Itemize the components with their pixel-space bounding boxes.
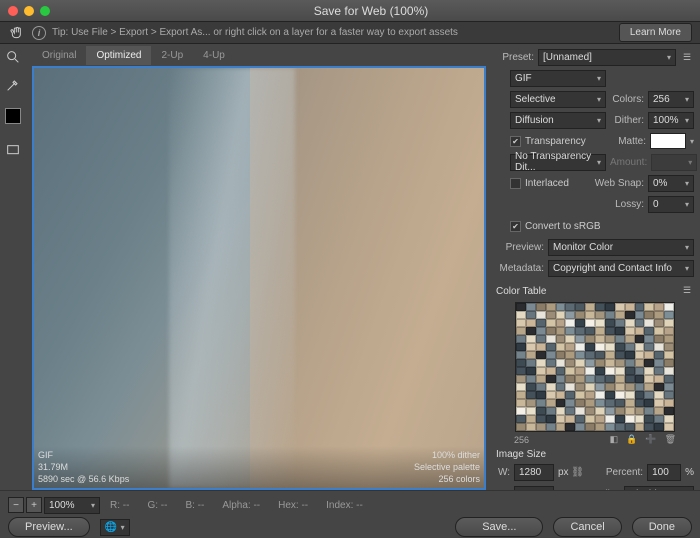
tip-text: Tip: Use File > Export > Export As... or… bbox=[52, 27, 458, 38]
color-table-heading: Color Table bbox=[496, 286, 546, 297]
websnap-select[interactable]: 0% bbox=[648, 175, 694, 192]
info-timing: 5890 sec @ 56.6 Kbps bbox=[38, 474, 129, 484]
amount-label: Amount: bbox=[610, 157, 647, 168]
amount-select bbox=[651, 154, 697, 171]
settings-panel: Preset: [Unnamed] GIF Selective Colors: … bbox=[492, 44, 700, 490]
eyedropper-icon[interactable] bbox=[4, 76, 22, 94]
browser-select[interactable]: 🌐 bbox=[100, 519, 130, 536]
zoom-icon[interactable] bbox=[40, 6, 50, 16]
trans-dither-select[interactable]: No Transparency Dit... bbox=[510, 154, 606, 171]
websnap-label: Web Snap: bbox=[573, 178, 644, 189]
format-select[interactable]: GIF bbox=[510, 70, 606, 87]
dither-select[interactable]: 100% bbox=[648, 112, 694, 129]
preview-image bbox=[34, 68, 484, 488]
percent-label: Percent: bbox=[587, 467, 644, 478]
slice-select-icon[interactable] bbox=[4, 142, 22, 160]
tab-original[interactable]: Original bbox=[32, 46, 86, 65]
minimize-icon[interactable] bbox=[24, 6, 34, 16]
lossy-label: Lossy: bbox=[496, 199, 644, 210]
preview-button[interactable]: Preview... bbox=[8, 517, 90, 537]
reduction-select[interactable]: Selective bbox=[510, 91, 606, 108]
cancel-button[interactable]: Cancel bbox=[553, 517, 621, 537]
window-title: Save for Web (100%) bbox=[50, 4, 692, 18]
info-dither: 100% dither bbox=[414, 450, 480, 460]
close-icon[interactable] bbox=[8, 6, 18, 16]
ct-sort-icon[interactable]: ◧ bbox=[610, 434, 619, 445]
matte-swatch[interactable] bbox=[650, 133, 686, 149]
link-icon[interactable]: ⛓ bbox=[573, 462, 583, 482]
preview-select[interactable]: Monitor Color bbox=[548, 239, 694, 256]
interlaced-label: Interlaced bbox=[525, 178, 569, 189]
preview-pane[interactable]: GIF 31.79M 5890 sec @ 56.6 Kbps 100% dit… bbox=[32, 66, 486, 490]
preview-label: Preview: bbox=[496, 242, 544, 253]
tip-bar: i Tip: Use File > Export > Export As... … bbox=[0, 22, 700, 44]
footer: − + 100% R: --G: --B: -- Alpha: --Hex: -… bbox=[0, 490, 700, 538]
magnifier-icon[interactable] bbox=[4, 48, 22, 66]
srgb-label: Convert to sRGB bbox=[525, 221, 601, 232]
done-button[interactable]: Done bbox=[632, 517, 692, 537]
srgb-checkbox[interactable] bbox=[510, 221, 521, 232]
info-size: 31.79M bbox=[38, 462, 129, 472]
width-field[interactable] bbox=[514, 464, 554, 481]
dither-label: Dither: bbox=[610, 115, 644, 126]
lossy-select[interactable]: 0 bbox=[648, 196, 694, 213]
view-tabs: Original Optimized 2-Up 4-Up bbox=[32, 44, 486, 66]
h-label: H: bbox=[496, 489, 510, 491]
quality-select[interactable]: Bicubic bbox=[624, 486, 694, 491]
toolbar bbox=[0, 44, 26, 490]
interlaced-checkbox[interactable] bbox=[510, 178, 521, 189]
zoom-out-button[interactable]: − bbox=[8, 497, 24, 513]
preset-select[interactable]: [Unnamed] bbox=[538, 49, 676, 66]
save-button[interactable]: Save... bbox=[455, 517, 543, 537]
percent-field[interactable] bbox=[647, 464, 681, 481]
zoom-in-button[interactable]: + bbox=[26, 497, 42, 513]
preview-info: GIF 31.79M 5890 sec @ 56.6 Kbps 100% dit… bbox=[34, 446, 484, 488]
color-table-menu-icon[interactable] bbox=[680, 283, 694, 297]
pixel-readout: R: --G: --B: -- Alpha: --Hex: --Index: -… bbox=[110, 500, 692, 511]
metadata-label: Metadata: bbox=[496, 263, 544, 274]
info-colors: 256 colors bbox=[414, 474, 480, 484]
title-bar: Save for Web (100%) bbox=[0, 0, 700, 22]
color-table[interactable] bbox=[515, 302, 675, 432]
ct-trash-icon[interactable]: 🗑 bbox=[665, 434, 676, 445]
height-field[interactable] bbox=[514, 486, 554, 491]
tab-optimized[interactable]: Optimized bbox=[86, 46, 151, 65]
info-icon: i bbox=[32, 26, 46, 40]
matte-label: Matte: bbox=[590, 136, 646, 147]
tab-4up[interactable]: 4-Up bbox=[193, 46, 235, 65]
color-swatch[interactable] bbox=[5, 108, 21, 124]
colors-label: Colors: bbox=[610, 94, 644, 105]
image-size-heading: Image Size bbox=[496, 449, 694, 460]
preset-menu-icon[interactable] bbox=[680, 50, 694, 64]
tab-2up[interactable]: 2-Up bbox=[151, 46, 193, 65]
w-label: W: bbox=[496, 467, 510, 478]
color-count: 256 bbox=[514, 435, 529, 445]
dither-method-select[interactable]: Diffusion bbox=[510, 112, 606, 129]
info-palette: Selective palette bbox=[414, 462, 480, 472]
hand-tool-icon bbox=[8, 24, 26, 42]
ct-lock-icon[interactable]: 🔒 bbox=[626, 434, 637, 445]
ct-new-icon[interactable]: ➕ bbox=[645, 434, 656, 445]
zoom-select[interactable]: 100% bbox=[44, 497, 100, 514]
learn-more-button[interactable]: Learn More bbox=[619, 23, 692, 42]
info-format: GIF bbox=[38, 450, 129, 460]
metadata-select[interactable]: Copyright and Contact Info bbox=[548, 260, 694, 277]
transparency-checkbox[interactable] bbox=[510, 136, 521, 147]
quality-label: Quality: bbox=[587, 489, 621, 491]
window-controls bbox=[8, 6, 50, 16]
preset-label: Preset: bbox=[496, 52, 534, 63]
colors-select[interactable]: 256 bbox=[648, 91, 694, 108]
transparency-label: Transparency bbox=[525, 136, 586, 147]
